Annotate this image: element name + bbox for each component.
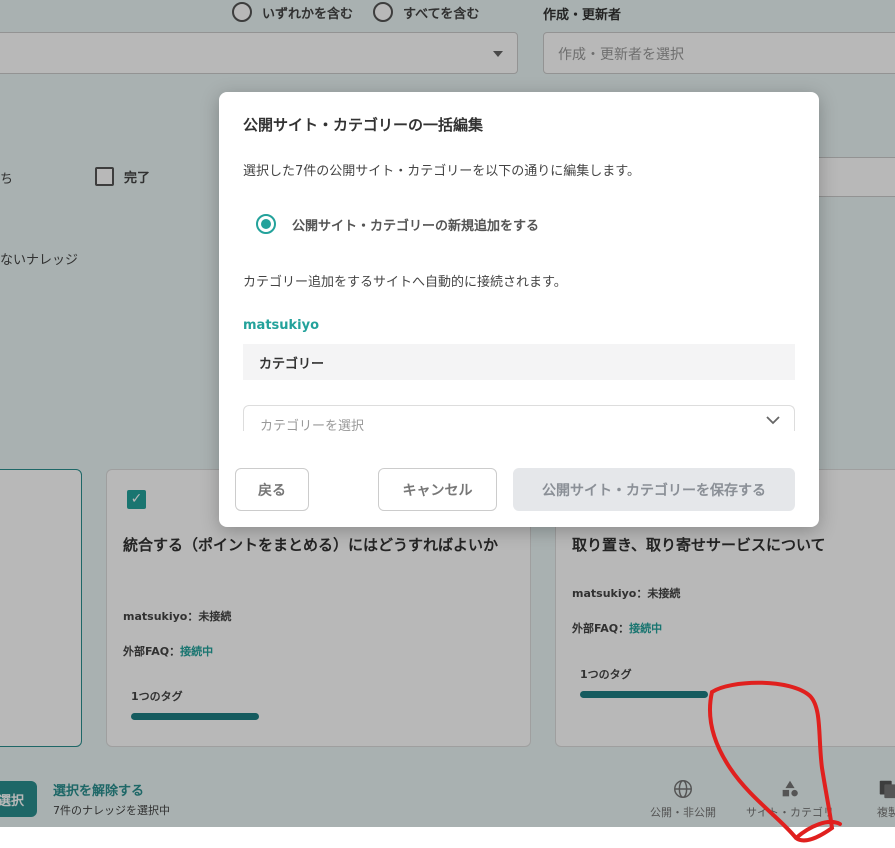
category-select[interactable]: カテゴリーを選択 [243, 405, 795, 431]
add-new-radio[interactable]: 公開サイト・カテゴリーの新規追加をする [256, 214, 539, 234]
site-name: matsukiyo [243, 318, 320, 333]
bulk-edit-dialog: 公開サイト・カテゴリーの一括編集 選択した7件の公開サイト・カテゴリーを以下の通… [219, 92, 819, 527]
dialog-title: 公開サイト・カテゴリーの一括編集 [243, 116, 484, 134]
radio-selected-indicator [256, 214, 276, 234]
save-button[interactable]: 公開サイト・カテゴリーを保存する [513, 468, 795, 511]
add-new-radio-label: 公開サイト・カテゴリーの新規追加をする [292, 218, 540, 234]
dialog-description: 選択した7件の公開サイト・カテゴリーを以下の通りに編集します。 [243, 164, 640, 179]
chevron-down-icon [766, 416, 780, 425]
cancel-button[interactable]: キャンセル [378, 468, 497, 511]
back-button[interactable]: 戻る [235, 468, 309, 511]
dialog-note: カテゴリー追加をするサイトへ自動的に接続されます。 [243, 275, 567, 290]
page-footer-strip [0, 827, 895, 848]
category-select-placeholder: カテゴリーを選択 [260, 419, 365, 431]
category-header: カテゴリー [243, 344, 795, 380]
